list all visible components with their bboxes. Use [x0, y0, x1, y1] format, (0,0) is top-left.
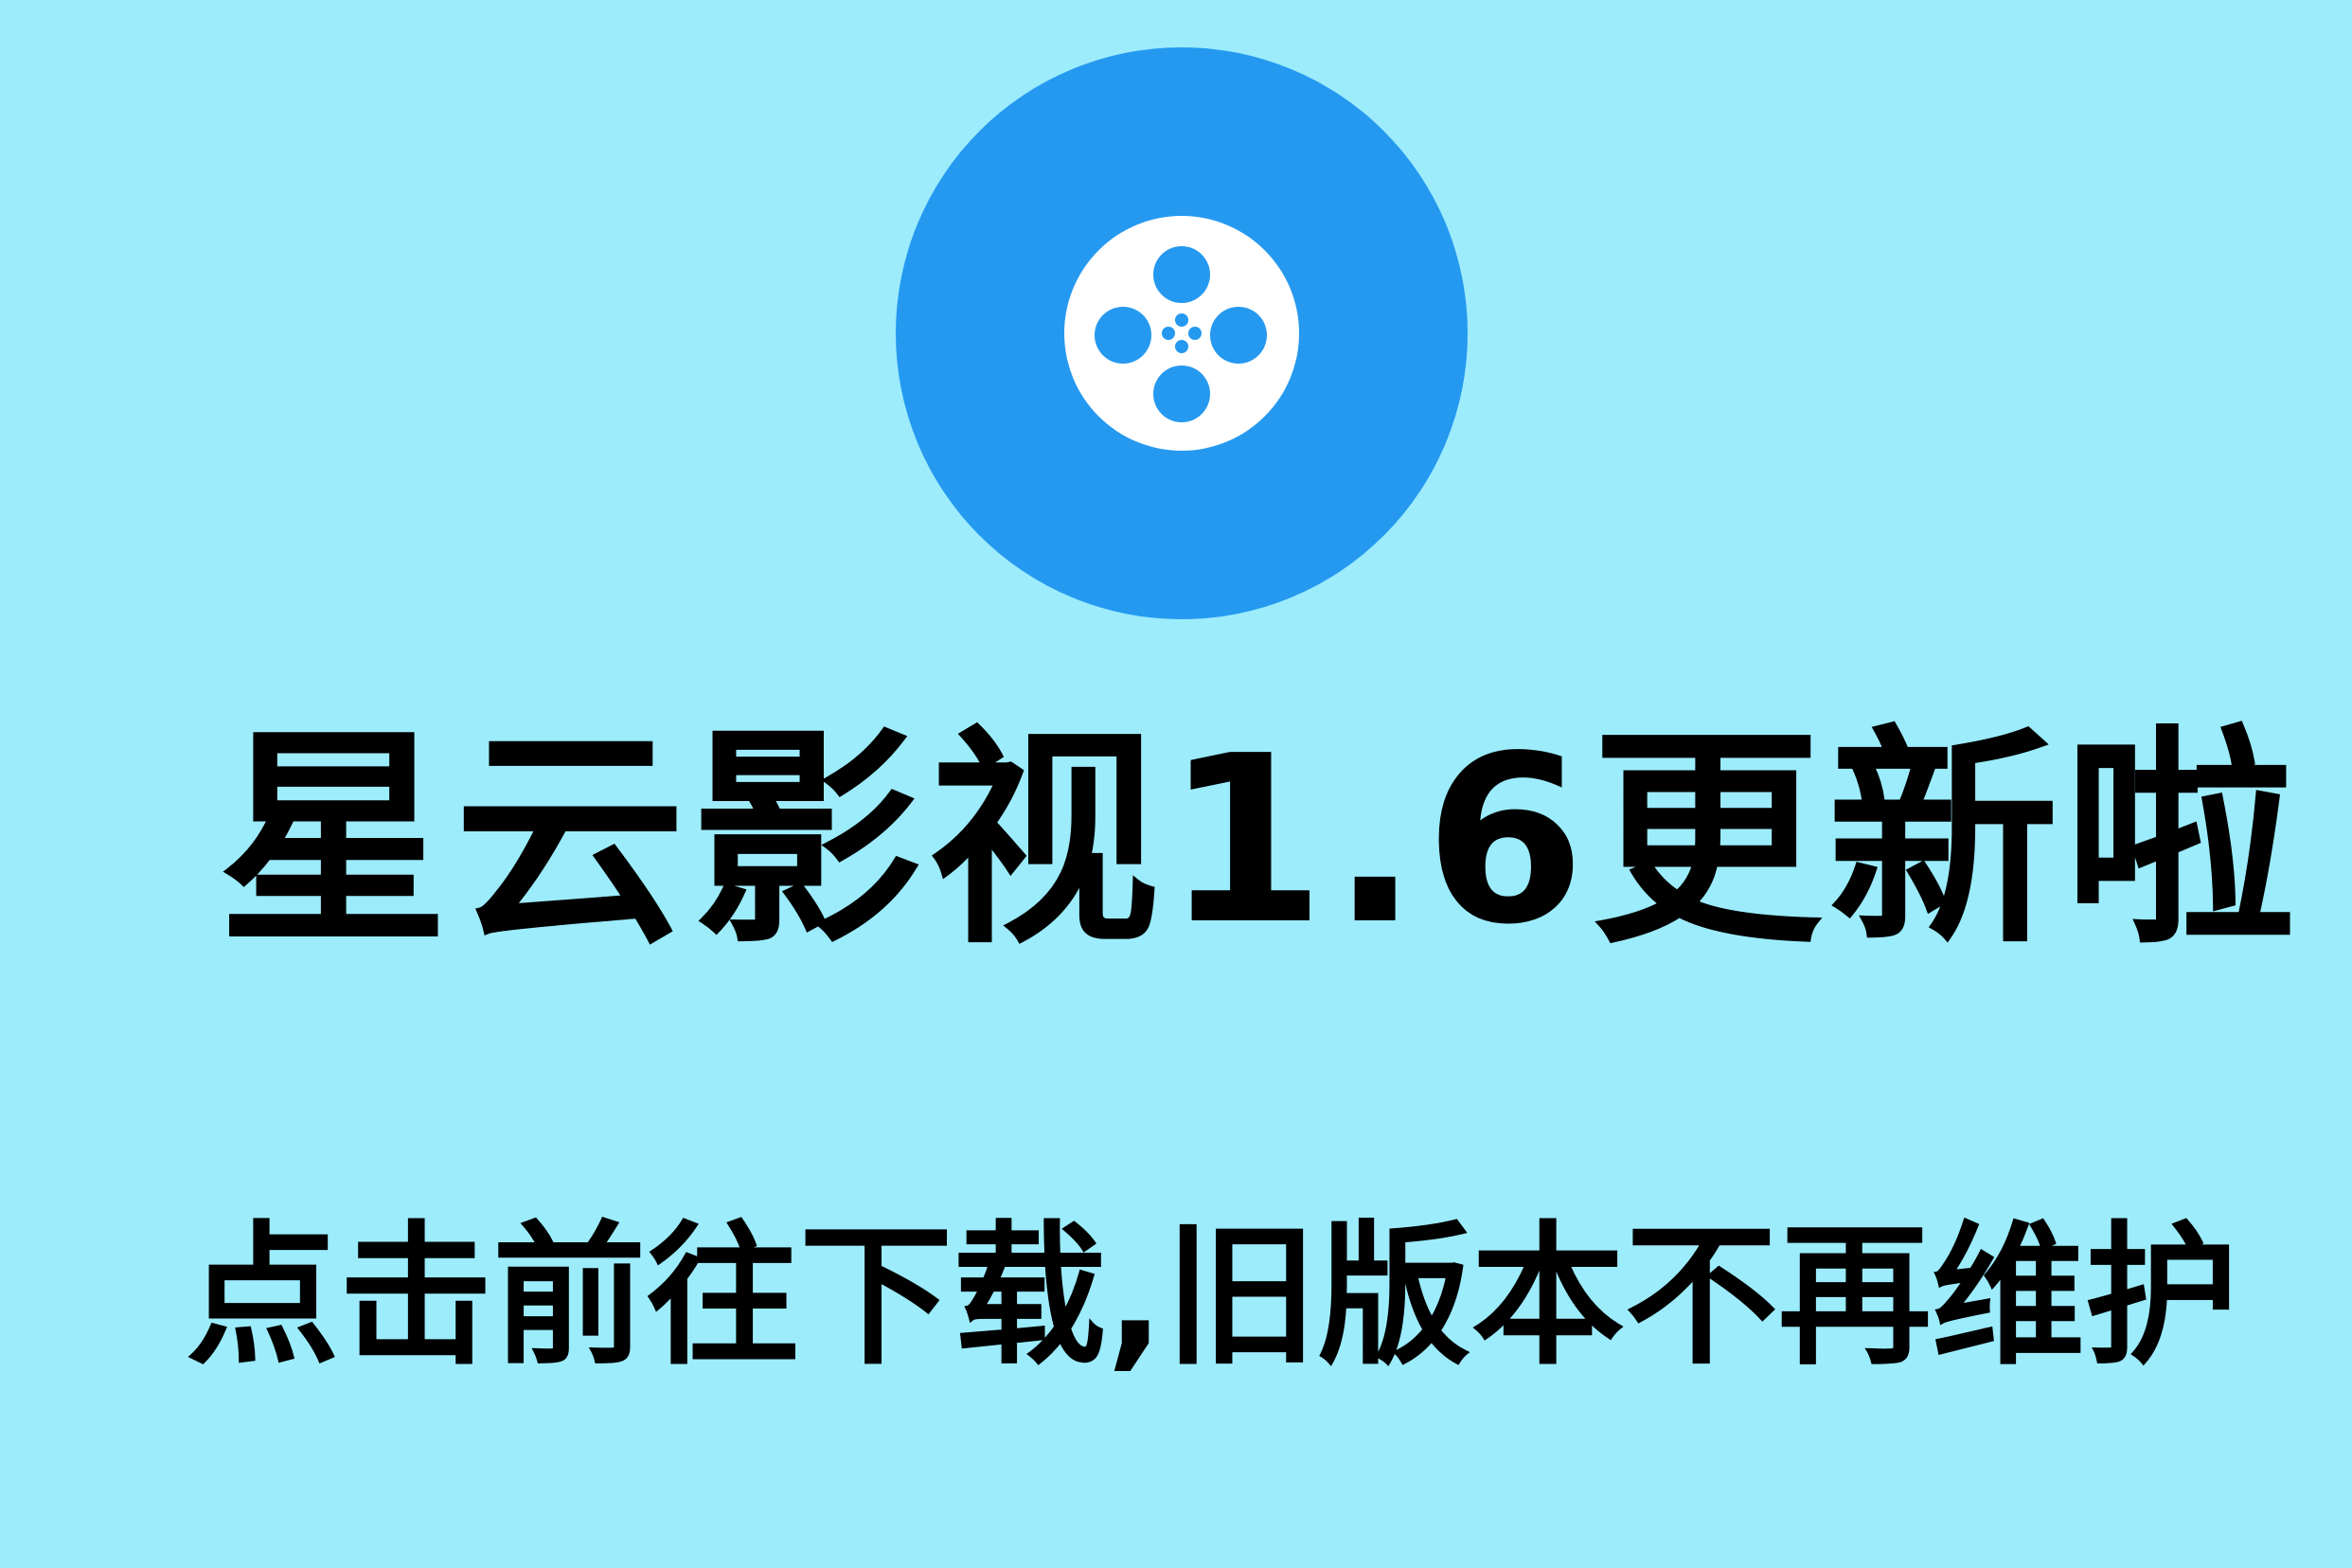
film-reel-icon: [1064, 216, 1299, 451]
update-headline: 星云影视1.6更新啦: [218, 706, 2302, 975]
update-announcement-screen: 星云影视1.6更新啦 点击前往下载,旧版本不再维护: [0, 0, 2352, 1568]
download-link[interactable]: 点击前往下载,旧版本不再维护: [180, 1203, 2244, 1392]
app-logo: [896, 47, 1468, 619]
